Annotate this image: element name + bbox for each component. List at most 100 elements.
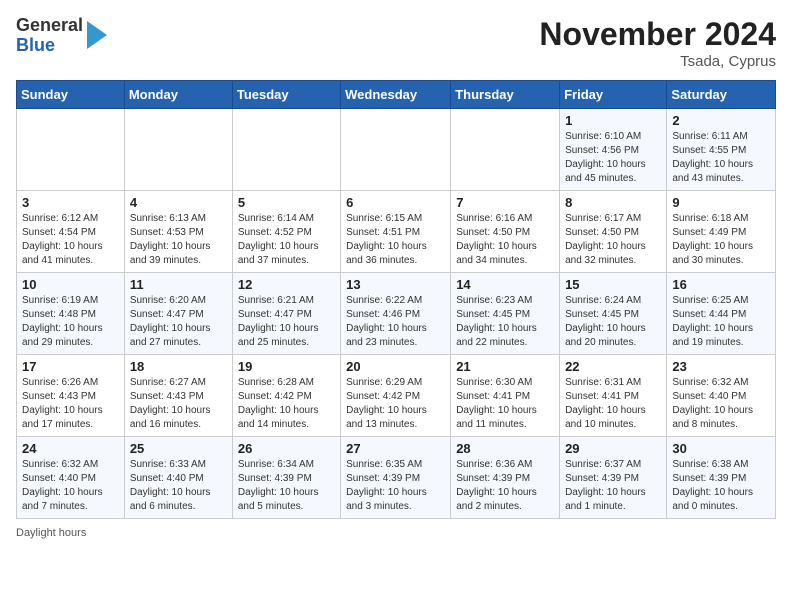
day-info: Sunrise: 6:36 AM Sunset: 4:39 PM Dayligh… [456,458,554,514]
page-header: General Blue November 2024 Tsada, Cyprus [16,16,776,70]
calendar-week-4: 17 Sunrise: 6:26 AM Sunset: 4:43 PM Dayli… [17,355,776,437]
day-info: Sunrise: 6:34 AM Sunset: 4:39 PM Dayligh… [238,458,335,514]
day-info: Sunrise: 6:21 AM Sunset: 4:47 PM Dayligh… [238,294,335,350]
day-number: 15 [565,277,661,292]
day-info: Sunrise: 6:10 AM Sunset: 4:56 PM Dayligh… [565,130,661,186]
calendar-table: SundayMondayTuesdayWednesdayThursdayFrid… [16,80,776,519]
calendar-cell: 17 Sunrise: 6:26 AM Sunset: 4:43 PM Dayli… [17,355,125,437]
calendar-body: 1Sunrise: 6:10 AM Sunset: 4:56 PM Daylig… [17,109,776,519]
calendar-week-5: 24Sunrise: 6:32 AM Sunset: 4:40 PM Dayli… [17,437,776,519]
day-number: 2 [672,113,770,128]
day-info: Sunrise: 6:19 AM Sunset: 4:48 PM Dayligh… [22,294,119,350]
day-info: Sunrise: 6:31 AM Sunset: 4:41 PM Dayligh… [565,376,661,432]
day-info: Sunrise: 6:23 AM Sunset: 4:45 PM Dayligh… [456,294,554,350]
day-number: 12 [238,277,335,292]
day-info: Sunrise: 6:22 AM Sunset: 4:46 PM Dayligh… [346,294,445,350]
calendar-cell: 7 Sunrise: 6:16 AM Sunset: 4:50 PM Daylig… [451,191,560,273]
day-number: 17 [22,359,119,374]
header-day-sunday: Sunday [17,81,125,109]
day-number: 7 [456,195,554,210]
day-info: Sunrise: 6:13 AM Sunset: 4:53 PM Dayligh… [130,212,227,268]
day-info: Sunrise: 6:12 AM Sunset: 4:54 PM Dayligh… [22,212,119,268]
calendar-cell: 22 Sunrise: 6:31 AM Sunset: 4:41 PM Dayli… [560,355,667,437]
day-number: 20 [346,359,445,374]
calendar-cell: 23 Sunrise: 6:32 AM Sunset: 4:40 PM Dayli… [667,355,776,437]
header-day-friday: Friday [560,81,667,109]
day-number: 21 [456,359,554,374]
day-number: 26 [238,441,335,456]
day-number: 27 [346,441,445,456]
calendar-cell: 4 Sunrise: 6:13 AM Sunset: 4:53 PM Daylig… [124,191,232,273]
day-number: 10 [22,277,119,292]
day-number: 19 [238,359,335,374]
calendar-cell: 25Sunrise: 6:33 AM Sunset: 4:40 PM Dayli… [124,437,232,519]
day-info: Sunrise: 6:32 AM Sunset: 4:40 PM Dayligh… [672,376,770,432]
header-day-tuesday: Tuesday [232,81,340,109]
calendar-week-2: 3Sunrise: 6:12 AM Sunset: 4:54 PM Daylig… [17,191,776,273]
day-info: Sunrise: 6:11 AM Sunset: 4:55 PM Dayligh… [672,130,770,186]
day-info: Sunrise: 6:18 AM Sunset: 4:49 PM Dayligh… [672,212,770,268]
day-info: Sunrise: 6:14 AM Sunset: 4:52 PM Dayligh… [238,212,335,268]
calendar-cell: 9 Sunrise: 6:18 AM Sunset: 4:49 PM Daylig… [667,191,776,273]
day-number: 30 [672,441,770,456]
day-info: Sunrise: 6:27 AM Sunset: 4:43 PM Dayligh… [130,376,227,432]
calendar-cell: 11 Sunrise: 6:20 AM Sunset: 4:47 PM Dayli… [124,273,232,355]
day-number: 24 [22,441,119,456]
day-info: Sunrise: 6:20 AM Sunset: 4:47 PM Dayligh… [130,294,227,350]
calendar-cell: 26 Sunrise: 6:34 AM Sunset: 4:39 PM Dayli… [232,437,340,519]
calendar-cell: 21 Sunrise: 6:30 AM Sunset: 4:41 PM Dayli… [451,355,560,437]
footer-note: Daylight hours [16,527,776,539]
logo: General Blue [16,16,107,56]
page-title: November 2024 [539,16,776,53]
calendar-cell: 13 Sunrise: 6:22 AM Sunset: 4:46 PM Dayli… [341,273,451,355]
day-info: Sunrise: 6:26 AM Sunset: 4:43 PM Dayligh… [22,376,119,432]
header-day-wednesday: Wednesday [341,81,451,109]
calendar-cell [17,109,125,191]
day-info: Sunrise: 6:17 AM Sunset: 4:50 PM Dayligh… [565,212,661,268]
day-number: 11 [130,277,227,292]
day-number: 8 [565,195,661,210]
calendar-cell: 6Sunrise: 6:15 AM Sunset: 4:51 PM Daylig… [341,191,451,273]
day-number: 29 [565,441,661,456]
calendar-cell: 18 Sunrise: 6:27 AM Sunset: 4:43 PM Dayli… [124,355,232,437]
calendar-cell: 3Sunrise: 6:12 AM Sunset: 4:54 PM Daylig… [17,191,125,273]
day-number: 22 [565,359,661,374]
day-info: Sunrise: 6:15 AM Sunset: 4:51 PM Dayligh… [346,212,445,268]
calendar-cell: 24Sunrise: 6:32 AM Sunset: 4:40 PM Dayli… [17,437,125,519]
calendar-cell [232,109,340,191]
day-number: 4 [130,195,227,210]
day-info: Sunrise: 6:38 AM Sunset: 4:39 PM Dayligh… [672,458,770,514]
day-info: Sunrise: 6:28 AM Sunset: 4:42 PM Dayligh… [238,376,335,432]
calendar-cell: 16Sunrise: 6:25 AM Sunset: 4:44 PM Dayli… [667,273,776,355]
calendar-cell: 5 Sunrise: 6:14 AM Sunset: 4:52 PM Daylig… [232,191,340,273]
calendar-header-row: SundayMondayTuesdayWednesdayThursdayFrid… [17,81,776,109]
day-number: 5 [238,195,335,210]
logo-arrow-icon [87,21,107,49]
calendar-cell: 2 Sunrise: 6:11 AM Sunset: 4:55 PM Daylig… [667,109,776,191]
day-info: Sunrise: 6:37 AM Sunset: 4:39 PM Dayligh… [565,458,661,514]
calendar-week-1: 1Sunrise: 6:10 AM Sunset: 4:56 PM Daylig… [17,109,776,191]
title-block: November 2024 Tsada, Cyprus [539,16,776,70]
day-number: 13 [346,277,445,292]
calendar-cell: 27Sunrise: 6:35 AM Sunset: 4:39 PM Dayli… [341,437,451,519]
day-number: 23 [672,359,770,374]
calendar-cell: 28 Sunrise: 6:36 AM Sunset: 4:39 PM Dayli… [451,437,560,519]
calendar-cell: 14 Sunrise: 6:23 AM Sunset: 4:45 PM Dayli… [451,273,560,355]
calendar-cell: 1Sunrise: 6:10 AM Sunset: 4:56 PM Daylig… [560,109,667,191]
day-number: 9 [672,195,770,210]
logo-text: General Blue [16,16,83,56]
calendar-cell: 10 Sunrise: 6:19 AM Sunset: 4:48 PM Dayli… [17,273,125,355]
day-number: 14 [456,277,554,292]
day-info: Sunrise: 6:33 AM Sunset: 4:40 PM Dayligh… [130,458,227,514]
page-subtitle: Tsada, Cyprus [539,53,776,70]
logo-general: General [16,15,83,35]
calendar-week-3: 10 Sunrise: 6:19 AM Sunset: 4:48 PM Dayli… [17,273,776,355]
day-info: Sunrise: 6:30 AM Sunset: 4:41 PM Dayligh… [456,376,554,432]
day-info: Sunrise: 6:29 AM Sunset: 4:42 PM Dayligh… [346,376,445,432]
day-number: 28 [456,441,554,456]
calendar-cell [451,109,560,191]
day-info: Sunrise: 6:16 AM Sunset: 4:50 PM Dayligh… [456,212,554,268]
day-number: 18 [130,359,227,374]
calendar-cell: 20 Sunrise: 6:29 AM Sunset: 4:42 PM Dayli… [341,355,451,437]
day-info: Sunrise: 6:24 AM Sunset: 4:45 PM Dayligh… [565,294,661,350]
